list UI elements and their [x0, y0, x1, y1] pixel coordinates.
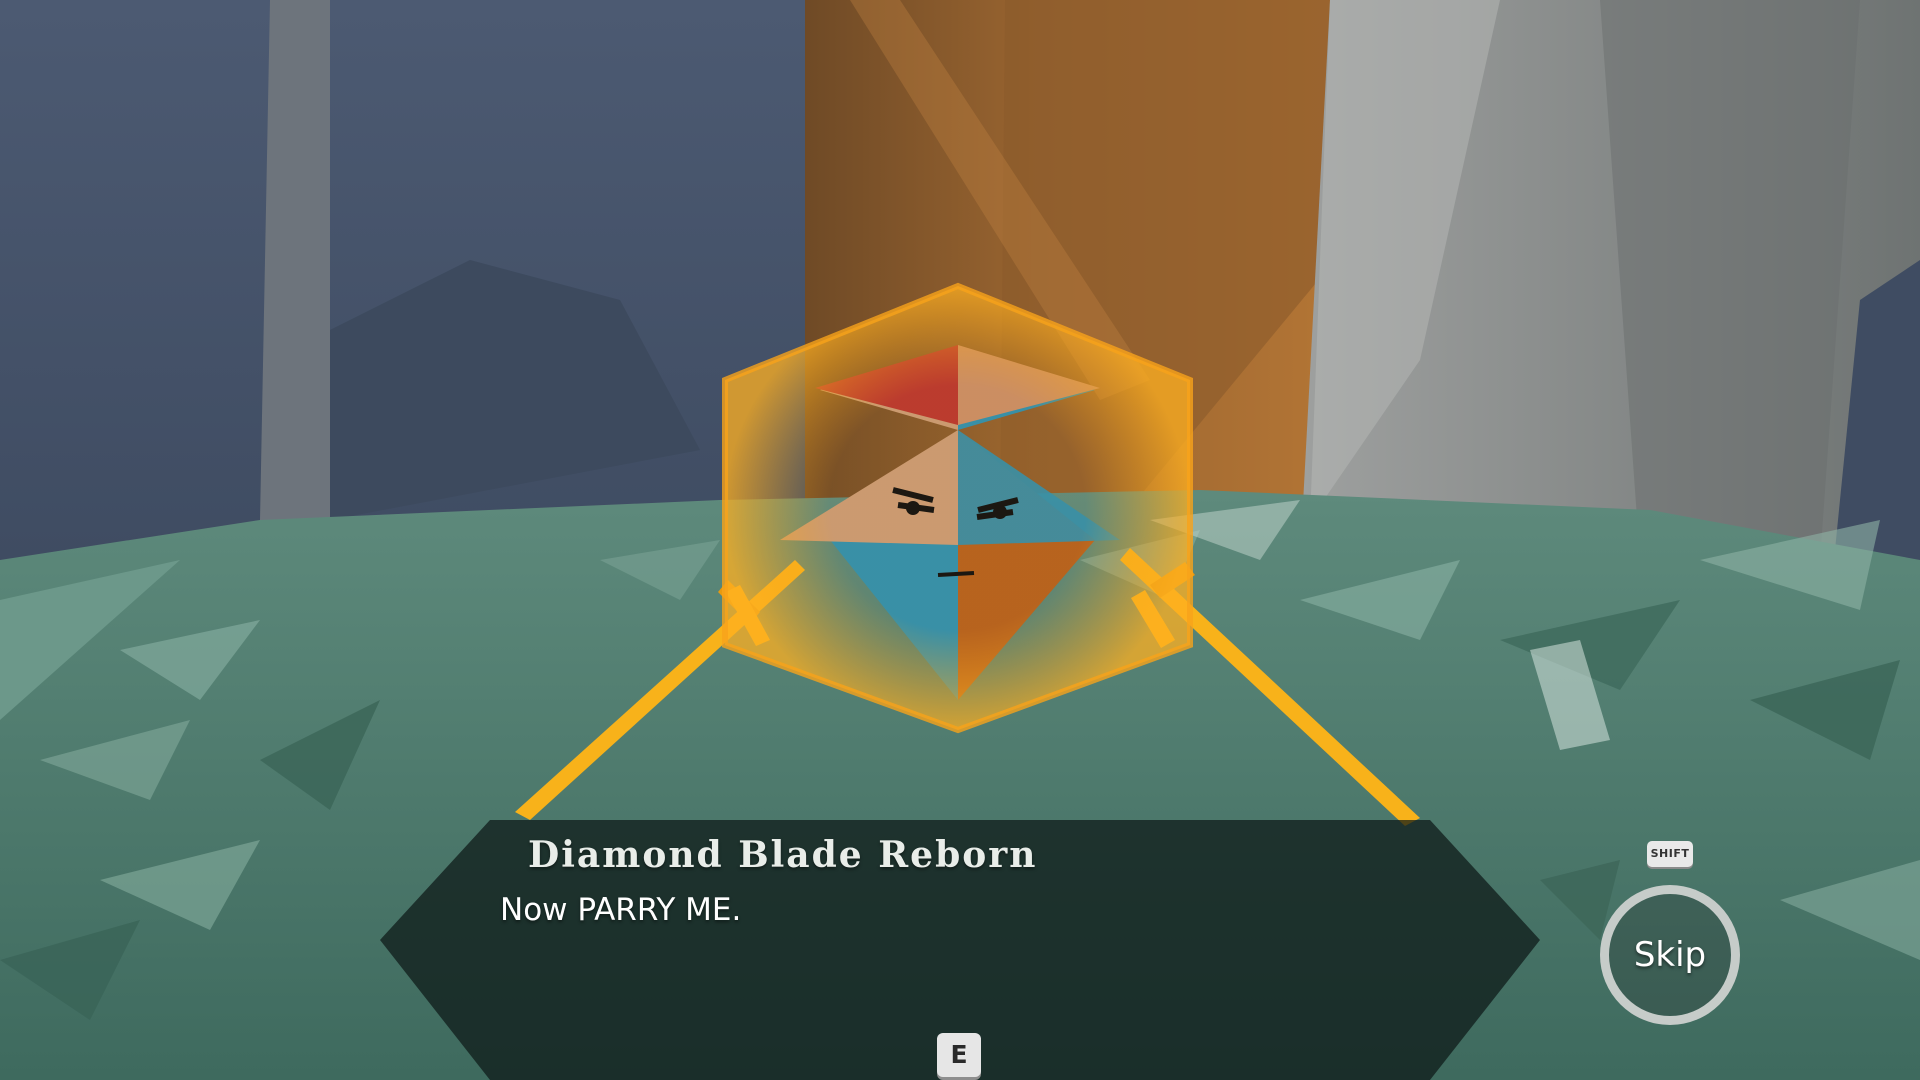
skip-button[interactable]: Skip: [1600, 885, 1740, 1025]
skip-key-hint: SHIFT: [1647, 841, 1693, 867]
back-wall: [0, 0, 820, 560]
speaker-name: Diamond Blade Reborn: [528, 834, 1038, 876]
parry-shield: [722, 282, 1193, 734]
dialogue-text: Now PARRY ME.: [500, 892, 742, 928]
advance-key-hint[interactable]: E: [937, 1033, 981, 1077]
